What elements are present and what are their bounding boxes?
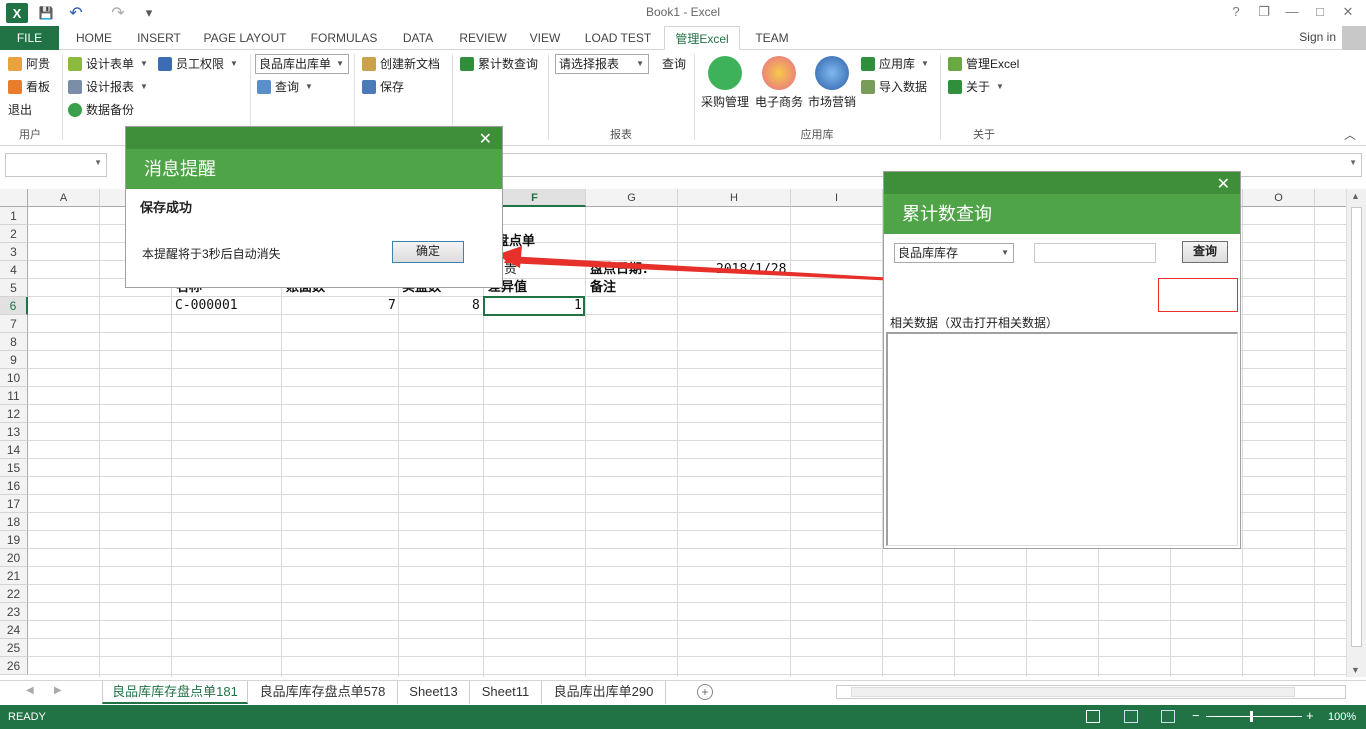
dialog-body: 本提醒将于3秒后自动消失 bbox=[142, 247, 281, 261]
query-input[interactable] bbox=[1034, 243, 1156, 263]
dialog-top-bar: ✕ bbox=[884, 172, 1240, 194]
related-data-label: 相关数据（双击打开相关数据） bbox=[890, 316, 1059, 330]
warehouse-select[interactable]: 良品库库存 ▼ bbox=[894, 243, 1014, 263]
message-dialog: ✕ 消息提醒 保存成功 本提醒将于3秒后自动消失 确定 bbox=[125, 126, 503, 288]
ok-button[interactable]: 确定 bbox=[392, 241, 464, 263]
dialog-title: 消息提醒 bbox=[126, 149, 502, 189]
dialog-top-bar: ✕ bbox=[126, 127, 502, 149]
cumulative-query-dialog: ✕ 累计数查询 良品库库存 ▼ 查询 相关数据（双击打开相关数据） bbox=[883, 171, 1241, 549]
dialog-title: 累计数查询 bbox=[884, 194, 1240, 234]
related-data-list[interactable] bbox=[886, 332, 1238, 546]
highlight-box bbox=[1158, 278, 1238, 312]
close-icon[interactable]: ✕ bbox=[479, 129, 492, 149]
close-icon[interactable]: ✕ bbox=[1217, 174, 1230, 194]
dialog-heading: 保存成功 bbox=[140, 200, 193, 215]
query-submit-button[interactable]: 查询 bbox=[1182, 241, 1228, 263]
